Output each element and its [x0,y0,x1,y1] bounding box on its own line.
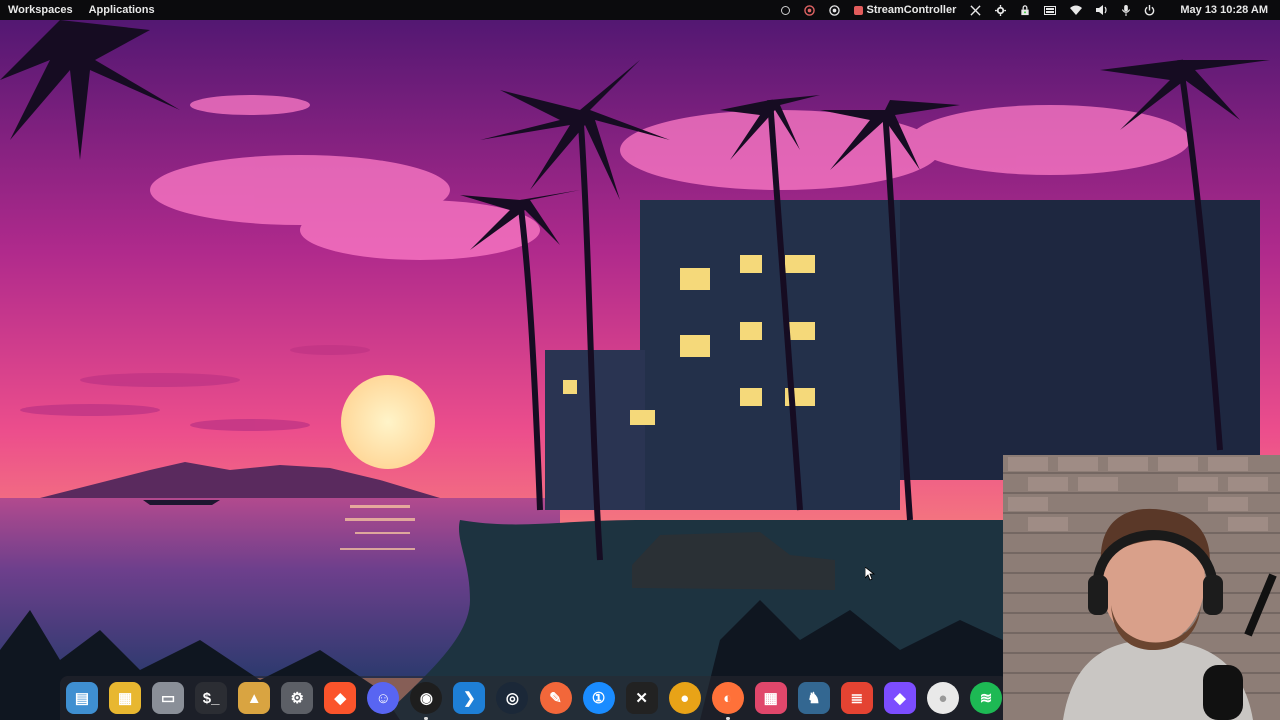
steam-icon[interactable]: ◎ [496,682,529,714]
vscode-icon[interactable]: ❯ [453,682,486,714]
circle-status-icon[interactable] [774,0,797,20]
pen-icon[interactable]: ✎ [539,682,572,714]
brave-icon[interactable]: ◆ [324,682,357,714]
wifi-icon[interactable] [1063,0,1089,20]
firefox-icon[interactable]: ◐ [711,682,744,720]
lock-tray-icon[interactable] [1013,0,1037,20]
terminal-icon[interactable]: $_ [195,682,228,714]
dock: ▤ ▦ ▭ $_ ▲ ⚙ ◆ ☺ ◉ ❯ ◎ ✎ ① ✕ ● ◐ ▦ ♞ ≣ ◆ ● ≋ [60,676,1008,720]
gem-icon[interactable]: ◆ [883,682,916,714]
settings-tray-icon[interactable] [988,0,1013,20]
calculator-icon[interactable]: ▦ [754,682,787,714]
folder-icon[interactable]: ▭ [152,682,185,714]
record-icon[interactable] [822,0,847,20]
grid-icon[interactable]: ▦ [109,682,142,714]
key-icon[interactable]: ① [582,682,615,714]
disc-icon[interactable]: ● [668,682,701,714]
mouse-cursor-icon [865,567,875,581]
x-tray-icon[interactable] [963,0,988,20]
clock[interactable]: May 13 10:28 AM [1162,0,1280,20]
stream-controller-icon [853,5,863,15]
keyboard-tray-icon[interactable] [1037,0,1063,20]
volume-icon[interactable] [1089,0,1115,20]
x-icon[interactable]: ✕ [625,682,658,714]
spotify-icon[interactable]: ≋ [969,682,1002,714]
applications-menu-button[interactable]: Applications [89,4,155,16]
stream-controller-tray[interactable]: StreamController [847,0,964,20]
package-icon[interactable]: ▲ [238,682,271,714]
power-icon[interactable] [1137,0,1162,20]
todo-icon[interactable]: ≣ [840,682,873,714]
top-panel: Workspaces Applications StreamController [0,0,1280,20]
obs-tray-icon[interactable] [797,0,822,20]
system-tray: StreamController May 13 10:28 AM [774,0,1280,20]
egg-icon[interactable]: ● [926,682,959,714]
elephant-icon[interactable]: ♞ [797,682,830,714]
microphone-icon[interactable] [1115,0,1137,20]
stream-controller-label: StreamController [866,4,957,16]
discord-icon[interactable]: ☺ [367,682,400,714]
gear-icon[interactable]: ⚙ [281,682,314,714]
webcam-overlay [1003,455,1280,720]
workspaces-button[interactable]: Workspaces [8,4,73,16]
obs-icon[interactable]: ◉ [410,682,443,720]
folder-window-icon[interactable]: ▤ [66,682,98,714]
